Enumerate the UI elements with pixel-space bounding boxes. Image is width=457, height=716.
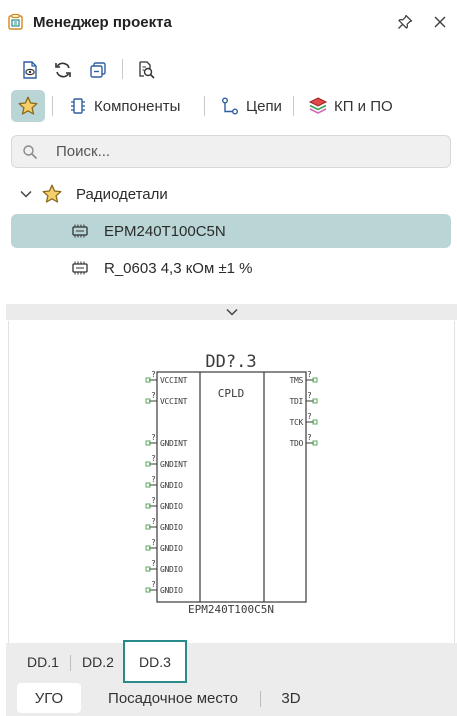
nav-separator: [204, 96, 205, 116]
nav-item-pads-and-vias[interactable]: КП и ПО: [308, 92, 393, 120]
project-manager-icon: [8, 13, 23, 30]
pin-number: ?: [307, 433, 312, 442]
nav-item-components[interactable]: Компоненты: [68, 92, 180, 120]
nav-item-nets[interactable]: Цепи: [220, 92, 282, 120]
panel-title: Менеджер проекта: [33, 14, 172, 31]
tree-item-component[interactable]: EPM240T100C5N: [11, 214, 451, 248]
star-icon: [42, 184, 62, 203]
pin-number: ?: [151, 370, 156, 379]
component-icon: [71, 98, 85, 114]
search-box: [11, 135, 451, 168]
tab-dd2[interactable]: DD.2: [75, 643, 121, 681]
toolbar-separator: [122, 59, 123, 79]
pin-name: GNDIO: [160, 565, 183, 574]
refresh-icon: [55, 62, 71, 78]
layers-icon: [308, 97, 328, 114]
pin-number: ?: [307, 370, 312, 379]
find-in-document-icon: [139, 61, 155, 79]
pin-number: ?: [151, 517, 156, 526]
tab-label: DD.1: [27, 654, 59, 670]
pin-name: TMS: [289, 376, 303, 385]
pin-name: VCCINT: [160, 397, 188, 406]
preview-splitter[interactable]: [6, 304, 457, 320]
refresh-button[interactable]: [51, 58, 75, 82]
favorites-button[interactable]: [11, 90, 45, 122]
view-tabs: УГО Посадочное место 3D: [6, 683, 457, 716]
document-view-icon: [23, 61, 37, 79]
search-icon: [23, 145, 38, 160]
star-icon: [18, 96, 38, 115]
tab-dd3[interactable]: DD.3: [123, 640, 187, 683]
tree-group-label: Радиодетали: [76, 186, 168, 203]
pin-name: TDO: [289, 439, 303, 448]
search-input[interactable]: [56, 136, 436, 167]
tab-label: DD.2: [82, 654, 114, 670]
tab-label: Посадочное место: [108, 689, 238, 707]
tab-label: DD.3: [139, 653, 171, 670]
schematic-symbol: ? VCCINT? VCCINT? GNDINT? GNDINT? GNDIO? GNDIO…: [145, 352, 318, 616]
pin-number: ?: [151, 391, 156, 400]
nav-item-label: КП и ПО: [334, 97, 393, 115]
tree-item-label: R_0603 4,3 кОм ±1 %: [104, 260, 253, 277]
pin-name: VCCINT: [160, 376, 188, 385]
pin-number: ?: [307, 412, 312, 421]
nav-bar: Компоненты Цепи КП и ПО: [0, 88, 457, 124]
pin-number: ?: [151, 538, 156, 547]
pin-name: TCK: [289, 418, 303, 427]
nav-separator: [293, 96, 294, 116]
tab-label: 3D: [281, 689, 301, 707]
pin-name: GNDIO: [160, 481, 183, 490]
symbol-part-name: EPM240T100C5N: [188, 603, 274, 616]
pin-number: ?: [151, 496, 156, 505]
symbol-preview: ? VCCINT? VCCINT? GNDINT? GNDINT? GNDIO? GNDIO…: [8, 321, 455, 643]
tab-label: УГО: [34, 689, 64, 707]
tab-symbol[interactable]: УГО: [17, 683, 81, 713]
pin-name: GNDIO: [160, 544, 183, 553]
tree-item-label: EPM240T100C5N: [104, 223, 226, 240]
tab-separator: [260, 691, 261, 707]
pin-name: GNDIO: [160, 523, 183, 532]
toolbar: [0, 56, 457, 84]
chevron-down-icon[interactable]: [19, 187, 33, 201]
document-view-button[interactable]: [18, 58, 42, 82]
tab-3d[interactable]: 3D: [270, 683, 312, 713]
nav-item-label: Цепи: [246, 97, 282, 115]
tree-item-component[interactable]: R_0603 4,3 кОм ±1 %: [11, 251, 451, 285]
pin-name: GNDINT: [160, 439, 188, 448]
close-icon[interactable]: [432, 14, 448, 30]
symbol-center-label: CPLD: [218, 387, 245, 400]
subpart-tabs: DD.1 DD.2 DD.3: [6, 640, 457, 683]
collapse-all-button[interactable]: [86, 58, 110, 82]
chip-icon: [72, 224, 88, 238]
pin-number: ?: [151, 559, 156, 568]
tab-footprint[interactable]: Посадочное место: [92, 683, 254, 713]
pin-name: GNDINT: [160, 460, 188, 469]
pin-number: ?: [151, 433, 156, 442]
pin-number: ?: [307, 391, 312, 400]
title-bar: Менеджер проекта: [0, 0, 457, 46]
pin-name: GNDIO: [160, 502, 183, 511]
find-in-document-button[interactable]: [134, 58, 158, 82]
tree-group-radioparts[interactable]: Радиодетали: [11, 177, 451, 211]
nav-item-label: Компоненты: [94, 97, 181, 115]
nav-separator: [52, 96, 53, 116]
pin-name: GNDIO: [160, 586, 183, 595]
symbol-refdes: DD?.3: [205, 352, 256, 372]
chip-icon: [72, 261, 88, 275]
tab-dd1[interactable]: DD.1: [20, 643, 66, 681]
pin-number: ?: [151, 475, 156, 484]
collapse-all-icon: [90, 62, 106, 78]
net-icon: [222, 97, 238, 115]
pin-icon[interactable]: [397, 14, 413, 30]
chevron-down-icon: [225, 308, 238, 316]
tab-separator: [70, 655, 71, 671]
pin-number: ?: [151, 580, 156, 589]
pin-number: ?: [151, 454, 156, 463]
pin-name: TDI: [289, 397, 303, 406]
